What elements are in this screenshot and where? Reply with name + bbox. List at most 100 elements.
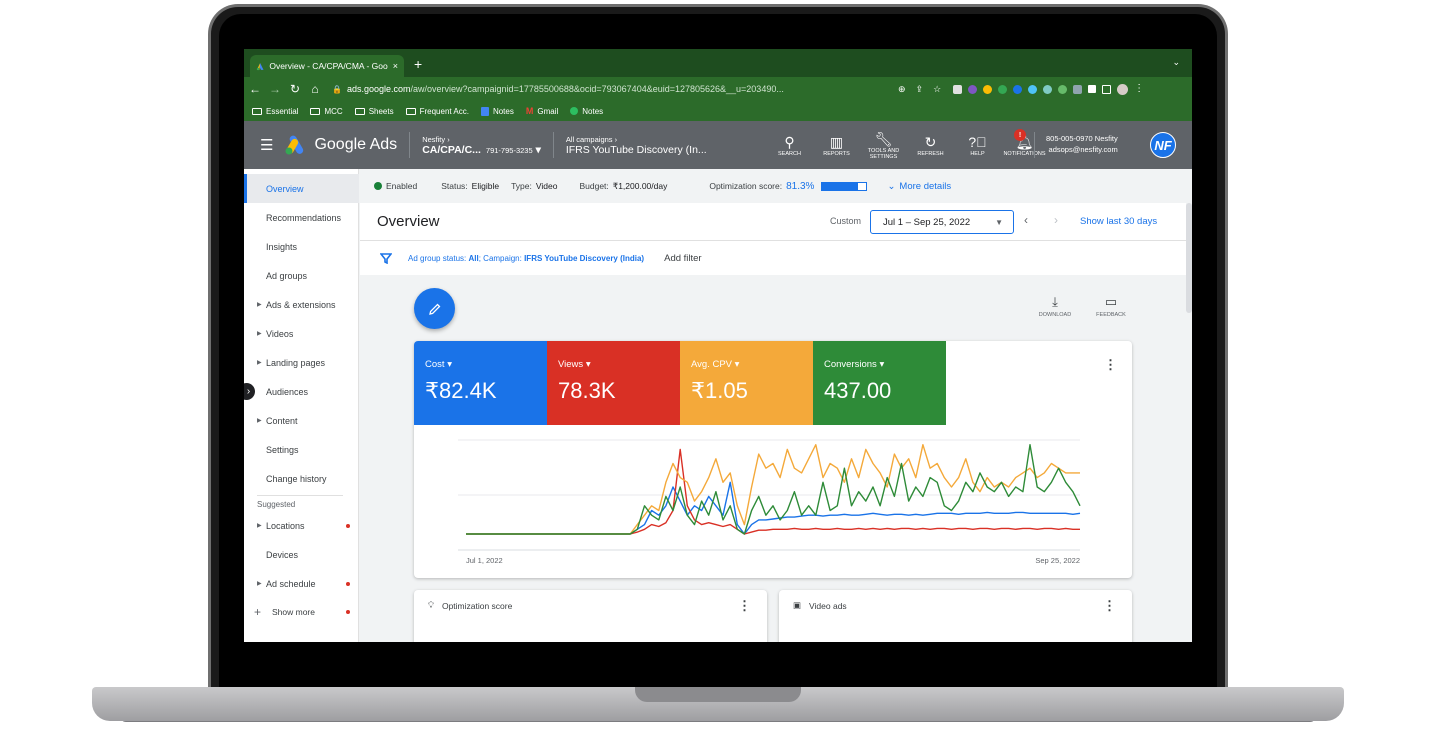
metric-avg-cpv[interactable]: Avg. CPV ▾ ₹1.05 [680, 341, 813, 425]
dropdown-arrow-icon: ▾ [585, 359, 591, 370]
metric-cost[interactable]: Cost ▾ ₹82.4K [414, 341, 547, 425]
bookmark-mcc[interactable]: MCC [310, 107, 343, 116]
optimization-score[interactable]: Optimization score: 81.3% [709, 181, 868, 192]
extension-icon[interactable] [998, 84, 1008, 94]
opt-score-bar [821, 181, 868, 191]
sidebar-item-insights[interactable]: Insights [244, 232, 359, 261]
reload-icon[interactable]: ↻ [286, 82, 304, 96]
date-range-picker[interactable]: Jul 1 – Sep 25, 2022 ▼ [870, 210, 1014, 234]
refresh-button[interactable]: ↻ REFRESH [907, 121, 954, 169]
bookmark-gmail[interactable]: M Gmail [526, 106, 558, 116]
sidebar-item-recommendations[interactable]: Recommendations [244, 203, 359, 232]
performance-card: Cost ▾ ₹82.4K Views ▾ 78.3K Avg. CPV ▾ ₹1.0… [414, 341, 1132, 578]
reports-button[interactable]: ▥ REPORTS [813, 121, 860, 169]
sidebar-item-content[interactable]: ▶ Content [244, 406, 359, 435]
new-tab-button[interactable]: + [414, 55, 422, 73]
filter-icon[interactable] [380, 252, 392, 264]
video-ads-card[interactable]: ▣ Video ads ⋮ [779, 590, 1132, 642]
help-button[interactable]: ?⃝ HELP [954, 121, 1001, 169]
search-button[interactable]: ⚲ SEARCH [766, 121, 813, 169]
home-icon[interactable]: ⌂ [306, 82, 324, 96]
sidebar-item-devices[interactable]: Devices [244, 540, 359, 569]
extension-icon[interactable] [1013, 84, 1023, 94]
tools-settings-button[interactable]: 🔧︎ TOOLS AND SETTINGS [860, 121, 907, 169]
extension-icon[interactable] [1028, 84, 1038, 94]
sidebar-item-label: Content [266, 415, 298, 426]
tool-label: NOTIFICATIONS [1003, 150, 1046, 157]
add-filter-button[interactable]: Add filter [664, 253, 702, 264]
sidebar-item-change-history[interactable]: Change history [244, 464, 359, 493]
caret-right-icon: ▶ [257, 302, 262, 308]
browser-tab[interactable]: Overview - CA/CPA/CMA - Goo × [250, 55, 404, 77]
extension-icon[interactable] [968, 84, 978, 94]
card-menu-icon[interactable]: ⋮ [738, 598, 751, 614]
google-ads-logo[interactable]: Google Ads [285, 135, 397, 155]
puzzle-icon[interactable] [1088, 85, 1097, 93]
extension-icon[interactable] [1043, 84, 1053, 94]
previous-period-icon[interactable]: ‹ [1024, 213, 1028, 227]
edit-button[interactable] [414, 288, 455, 329]
more-details-link[interactable]: ⌄ More details [887, 181, 951, 192]
tab-close-icon[interactable]: × [393, 61, 398, 71]
share-icon[interactable]: ⇪ [916, 84, 924, 95]
account-info[interactable]: 805-005-0970 Nesfity adsops@nesfity.com [1046, 133, 1118, 155]
bookmark-essential[interactable]: Essential [252, 107, 298, 116]
sidebar-item-ad-schedule[interactable]: ▶ Ad schedule [244, 569, 359, 598]
sidebar-item-ad-groups[interactable]: Ad groups [244, 261, 359, 290]
browser-tabbar: Overview - CA/CPA/CMA - Goo × + ⌄ [244, 49, 1192, 77]
card-menu-icon[interactable]: ⋮ [1103, 598, 1116, 614]
feedback-button[interactable]: ▭ FEEDBACK [1091, 292, 1131, 318]
show-last-30-days-link[interactable]: Show last 30 days [1080, 216, 1157, 227]
bookmark-notes[interactable]: Notes [480, 106, 514, 116]
sidepanel-icon[interactable] [1102, 84, 1112, 94]
next-period-icon[interactable]: › [1054, 213, 1058, 227]
menu-icon[interactable]: ☰ [260, 136, 273, 154]
bookmark-notes-2[interactable]: Notes [570, 107, 603, 116]
chevron-down-icon: ▾ [535, 144, 541, 156]
enabled-label: Enabled [386, 181, 418, 191]
sidebar-item-label: Ads & extensions [266, 299, 336, 310]
campaign-selector[interactable]: All campaigns › IFRS YouTube Discovery (… [566, 134, 707, 156]
avatar[interactable]: NF [1150, 132, 1176, 158]
kebab-menu-icon[interactable]: ⋮ [1134, 83, 1144, 95]
sidebar-item-ads-extensions[interactable]: ▶ Ads & extensions [244, 290, 359, 319]
bookmark-star-icon[interactable]: ☆ [933, 84, 941, 95]
back-icon[interactable]: ← [246, 82, 264, 96]
wrench-icon: 🔧︎ [874, 130, 893, 147]
extension-icon[interactable] [983, 84, 993, 94]
show-more-button[interactable]: + Show more [244, 597, 359, 626]
metric-conversions[interactable]: Conversions ▾ 437.00 [813, 341, 946, 425]
active-filter[interactable]: Ad group status: All; Campaign: IFRS You… [408, 254, 644, 263]
extension-icon[interactable] [1058, 84, 1068, 94]
zoom-icon[interactable]: ⊕ [898, 84, 906, 95]
card-menu-icon[interactable]: ⋮ [1104, 357, 1117, 373]
camera-extension-icon[interactable] [953, 84, 963, 94]
sidebar-item-overview[interactable]: Overview [244, 174, 359, 203]
forward-icon[interactable]: → [266, 82, 284, 96]
tab-search-icon[interactable]: ⌄ [1172, 57, 1180, 68]
sidebar-item-label: Settings [266, 444, 299, 455]
overview-header: Overview Custom Jul 1 – Sep 25, 2022 ▼ ‹ … [360, 203, 1186, 241]
enabled-status[interactable]: Enabled [374, 181, 417, 191]
sidebar-item-videos[interactable]: ▶ Videos [244, 319, 359, 348]
account-selector[interactable]: Nesfity › CA/CPA/C... 791-795-3235 ▾ [422, 134, 541, 156]
bookmark-label: Notes [492, 106, 514, 116]
sidebar-item-audiences[interactable]: Audiences [244, 377, 359, 406]
download-button[interactable]: ⤓ DOWNLOAD [1035, 292, 1075, 318]
sidebar-item-landing-pages[interactable]: ▶ Landing pages [244, 348, 359, 377]
sidebar-item-locations[interactable]: ▶ Locations [244, 511, 359, 540]
optimization-score-card[interactable]: 💡︎ Optimization score ⋮ [414, 590, 767, 642]
dropdown-arrow-icon: ▾ [879, 359, 885, 370]
bookmark-sheets[interactable]: Sheets [354, 107, 394, 116]
page-scrollbar[interactable] [1186, 203, 1192, 313]
bookmark-frequent[interactable]: Frequent Acc. [405, 107, 469, 116]
status-label: Status: [441, 181, 468, 191]
metric-views[interactable]: Views ▾ 78.3K [547, 341, 680, 425]
extension-icon[interactable] [1073, 84, 1083, 94]
budget[interactable]: Budget: ₹1,200.00/day [579, 181, 667, 192]
download-icon: ⤓ [1052, 294, 1058, 309]
notifications-button[interactable]: 🔔︎ NOTIFICATIONS [1001, 121, 1048, 169]
sidebar-item-settings[interactable]: Settings [244, 435, 359, 464]
profile-avatar-icon[interactable] [1117, 83, 1129, 95]
address-bar[interactable]: 🔒 ads.google.com/aw/overview?campaignid=… [332, 80, 892, 98]
